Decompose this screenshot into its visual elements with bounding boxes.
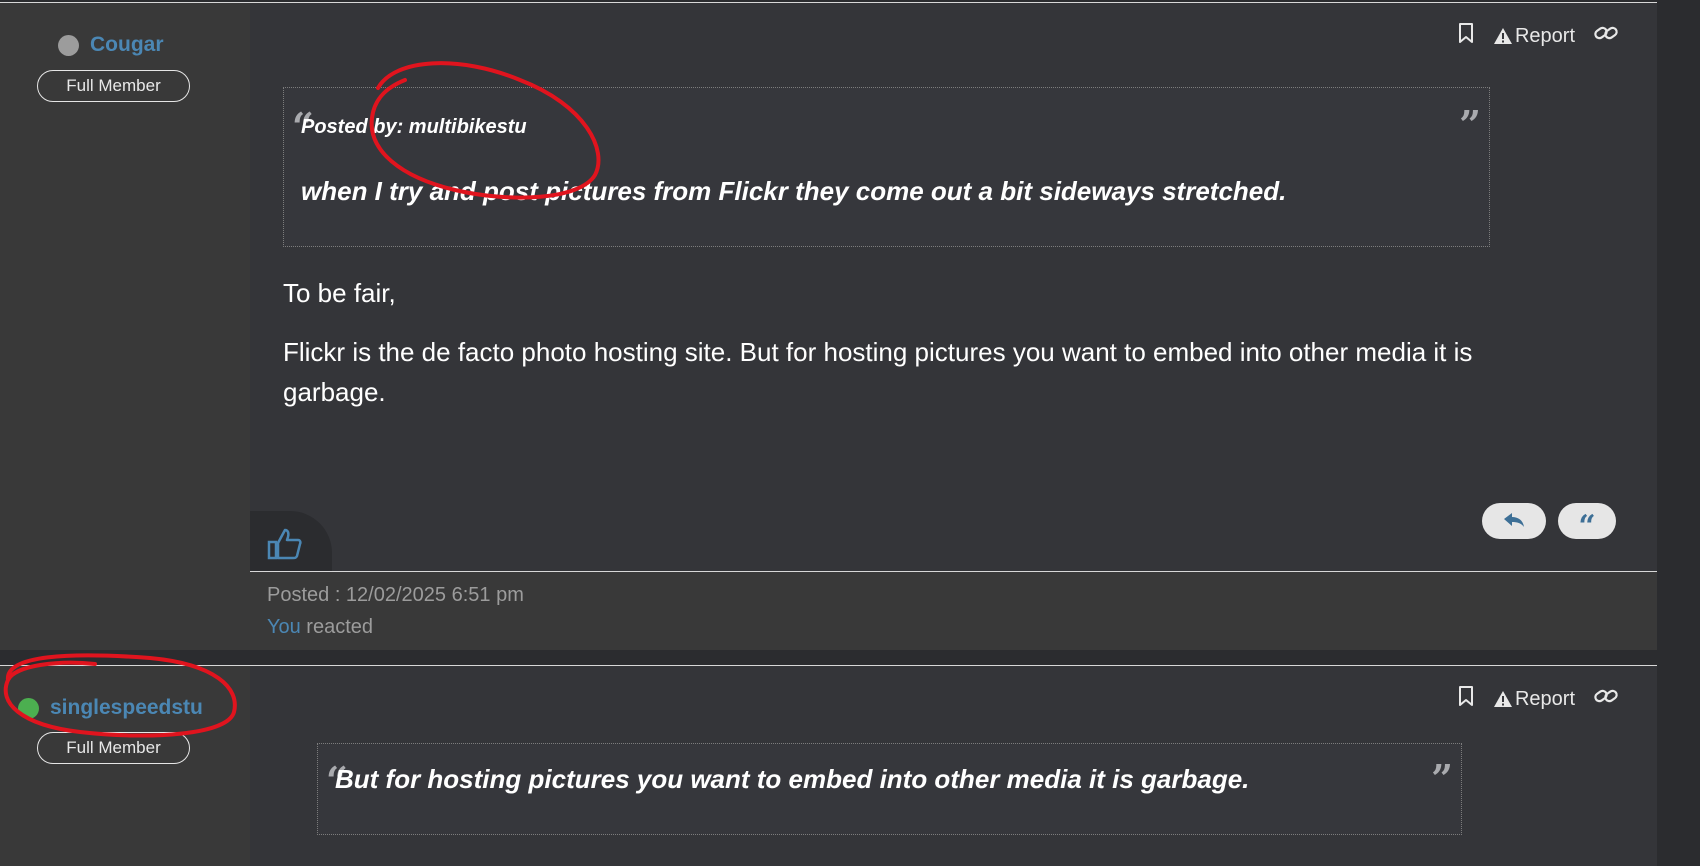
author-username[interactable]: Cougar	[90, 33, 164, 57]
quote-attribution: Posted by: multibikestu	[301, 116, 527, 138]
quote-icon: “	[1578, 509, 1596, 544]
post-timestamp: Posted : 12/02/2025 6:51 pm	[267, 584, 524, 606]
link-icon[interactable]	[1593, 685, 1619, 713]
close-quote-icon: ”	[1459, 102, 1481, 147]
report-label: Report	[1514, 24, 1575, 47]
author-panel: Cougar Full Member	[0, 3, 250, 650]
author-info: Cougar	[58, 33, 164, 57]
bookmark-icon[interactable]	[1457, 685, 1475, 713]
post-actions: Report	[1457, 22, 1619, 50]
post-content: Report “ ” Posted by: multibikestu when …	[250, 3, 1657, 650]
reply-arrow-icon	[1504, 513, 1524, 527]
report-button[interactable]: Report	[1493, 688, 1575, 711]
author-panel: singlespeedstu Full Member	[0, 666, 250, 866]
report-label: Report	[1514, 687, 1575, 710]
link-icon[interactable]	[1593, 22, 1619, 50]
quote-text: But for hosting pictures you want to emb…	[335, 764, 1250, 794]
quote-block: “ ” Posted by: multibikestu when I try a…	[283, 87, 1490, 247]
author-username[interactable]: singlespeedstu	[50, 696, 203, 720]
reply-button[interactable]	[1482, 503, 1546, 539]
reaction-you-link[interactable]: You	[267, 616, 301, 638]
quote-block: “ ” But for hosting pictures you want to…	[317, 743, 1462, 835]
post-content: Report “ ” But for hosting pictures you …	[250, 666, 1657, 866]
forum-post: singlespeedstu Full Member Report “ ” Bu…	[0, 665, 1657, 866]
post-body-line: To be fair,	[283, 278, 396, 308]
post-actions: Report	[1457, 685, 1619, 713]
author-info: singlespeedstu	[18, 696, 203, 720]
member-rank-badge: Full Member	[37, 70, 190, 102]
close-quote-icon: ”	[1431, 756, 1453, 801]
thumbs-up-icon[interactable]	[267, 527, 303, 566]
forum-post: Cougar Full Member Report “ ” Posted by:…	[0, 2, 1657, 650]
reaction-label: reacted	[300, 616, 374, 638]
offline-status-dot	[58, 34, 79, 56]
online-status-dot	[18, 697, 39, 719]
member-rank-badge: Full Member	[37, 732, 190, 764]
bookmark-icon[interactable]	[1457, 22, 1475, 50]
warning-icon	[1493, 28, 1512, 44]
post-body-line: garbage.	[283, 377, 386, 407]
reaction-summary: You reacted	[267, 616, 373, 639]
report-button[interactable]: Report	[1493, 25, 1575, 48]
warning-icon	[1493, 691, 1512, 707]
quote-text: when I try and post pictures from Flickr…	[301, 176, 1287, 206]
post-footer: Posted : 12/02/2025 6:51 pm You reacted	[250, 572, 1657, 650]
quote-reply-button[interactable]: “	[1558, 503, 1616, 544]
post-body-line: Flickr is the de facto photo hosting sit…	[283, 337, 1473, 367]
